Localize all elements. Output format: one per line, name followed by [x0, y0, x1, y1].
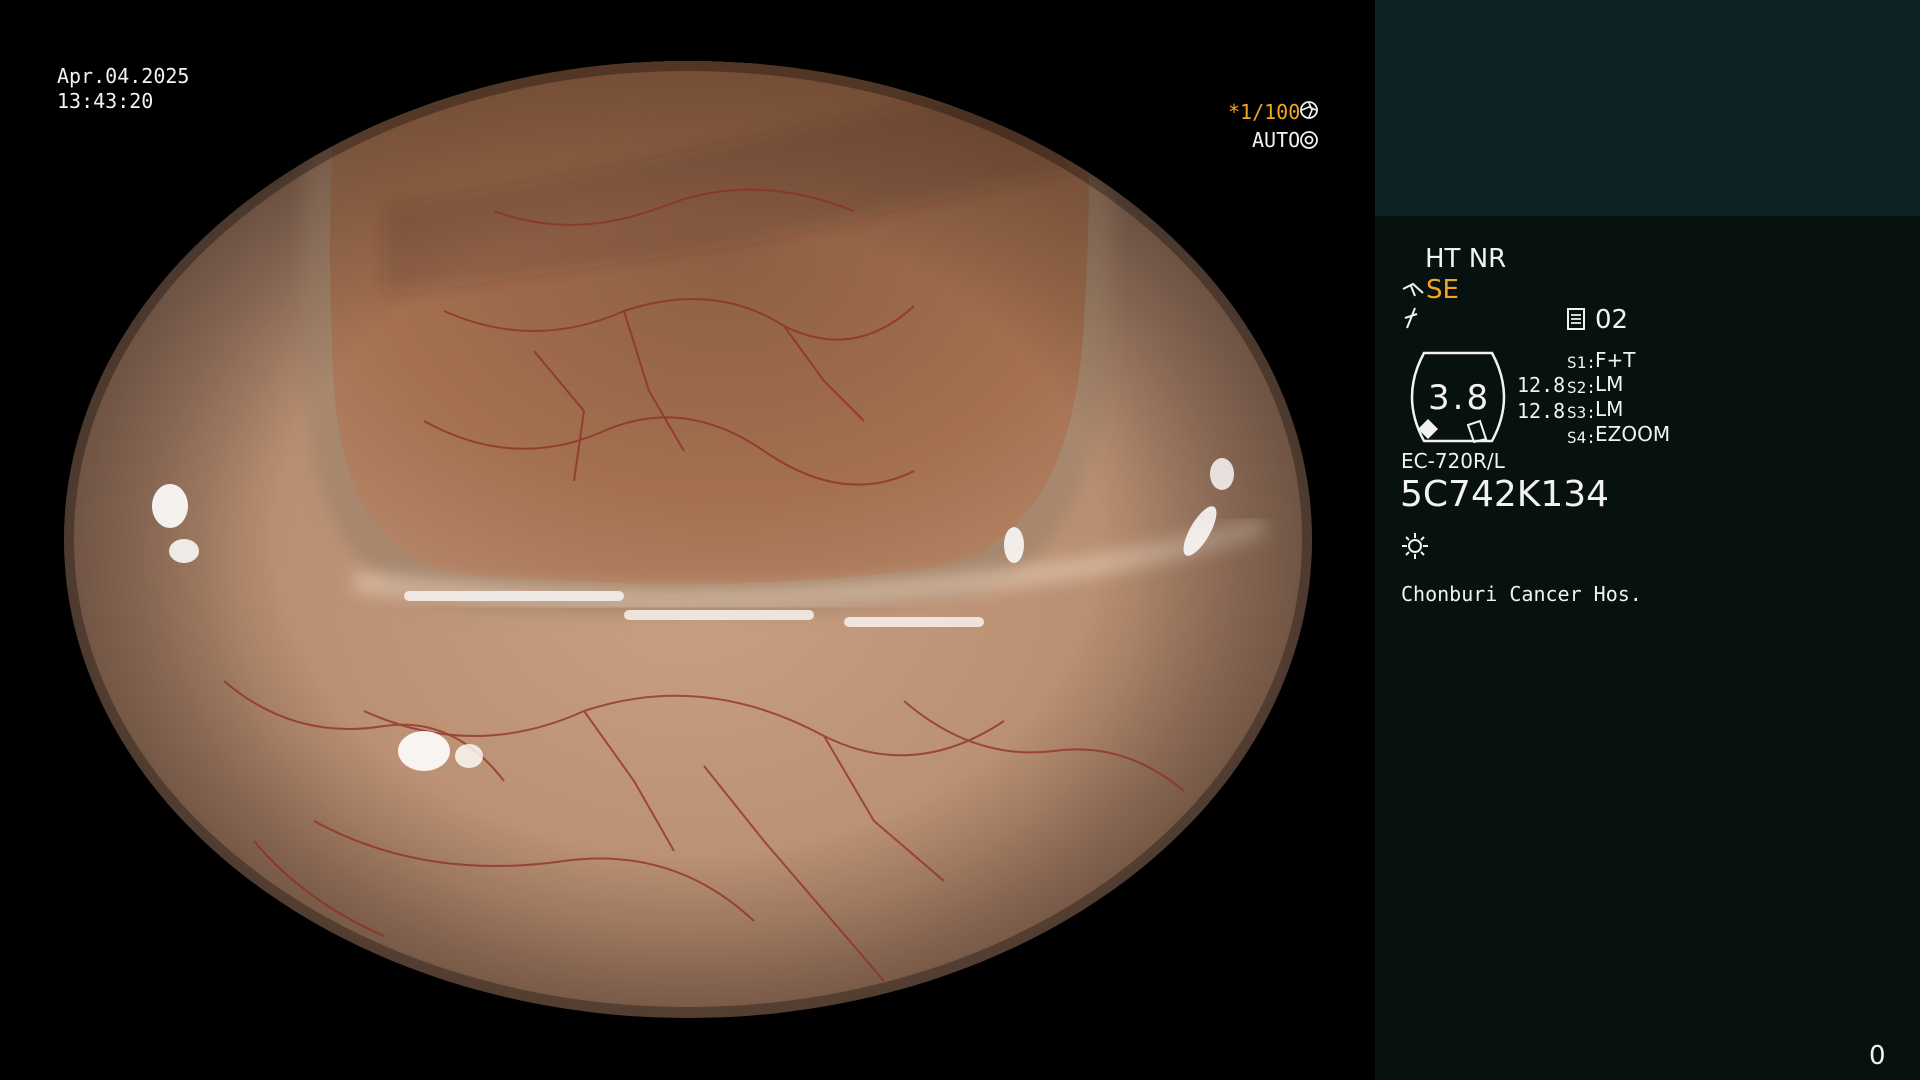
- color-mode-icon: [1404, 307, 1418, 329]
- enhancement-level: 3.8: [1428, 378, 1492, 418]
- gauge-value-1: 12.8: [1517, 373, 1566, 397]
- s3-label: S3:: [1567, 403, 1596, 422]
- serial-number: 5C742K134: [1400, 474, 1610, 515]
- s2-value: LM: [1595, 372, 1624, 396]
- shutter-speed-readout: *1/100: [1228, 100, 1301, 124]
- endoscopic-image-svg: [64, 61, 1312, 1018]
- hospital-name: Chonburi Cancer Hos.: [1401, 582, 1642, 606]
- se-indicator: SE: [1426, 275, 1459, 305]
- light-icon: [1402, 533, 1428, 559]
- endoscopic-image: [64, 61, 1312, 1018]
- s1-value: F+T: [1595, 348, 1636, 372]
- side-panel: [1375, 0, 1920, 1080]
- s4-value: EZOOM: [1595, 422, 1671, 446]
- s3-value: LM: [1595, 397, 1624, 421]
- iris-icon: [1300, 131, 1318, 149]
- gauge-value-2: 12.8: [1517, 399, 1566, 423]
- side-panel-header-band: [1375, 0, 1920, 216]
- auto-readout: AUTO: [1252, 128, 1301, 152]
- s1-label: S1:: [1567, 353, 1596, 372]
- structure-enhance-icon: [1402, 282, 1424, 297]
- image-count: 02: [1595, 305, 1629, 335]
- s2-label: S2:: [1567, 378, 1596, 397]
- endoscope-viewport: Apr.04.2025 13:43:20 *1/100 AUTO: [0, 0, 1375, 1080]
- document-icon: [1567, 308, 1585, 330]
- scope-model: EC-720R/L: [1401, 449, 1505, 473]
- date-readout: Apr.04.2025: [57, 64, 190, 88]
- frame-counter: 0: [1869, 1041, 1886, 1071]
- ht-nr-indicator: HT NR: [1425, 244, 1507, 274]
- time-readout: 13:43:20: [57, 89, 154, 113]
- aperture-icon: [1300, 101, 1318, 119]
- s4-label: S4:: [1567, 428, 1596, 447]
